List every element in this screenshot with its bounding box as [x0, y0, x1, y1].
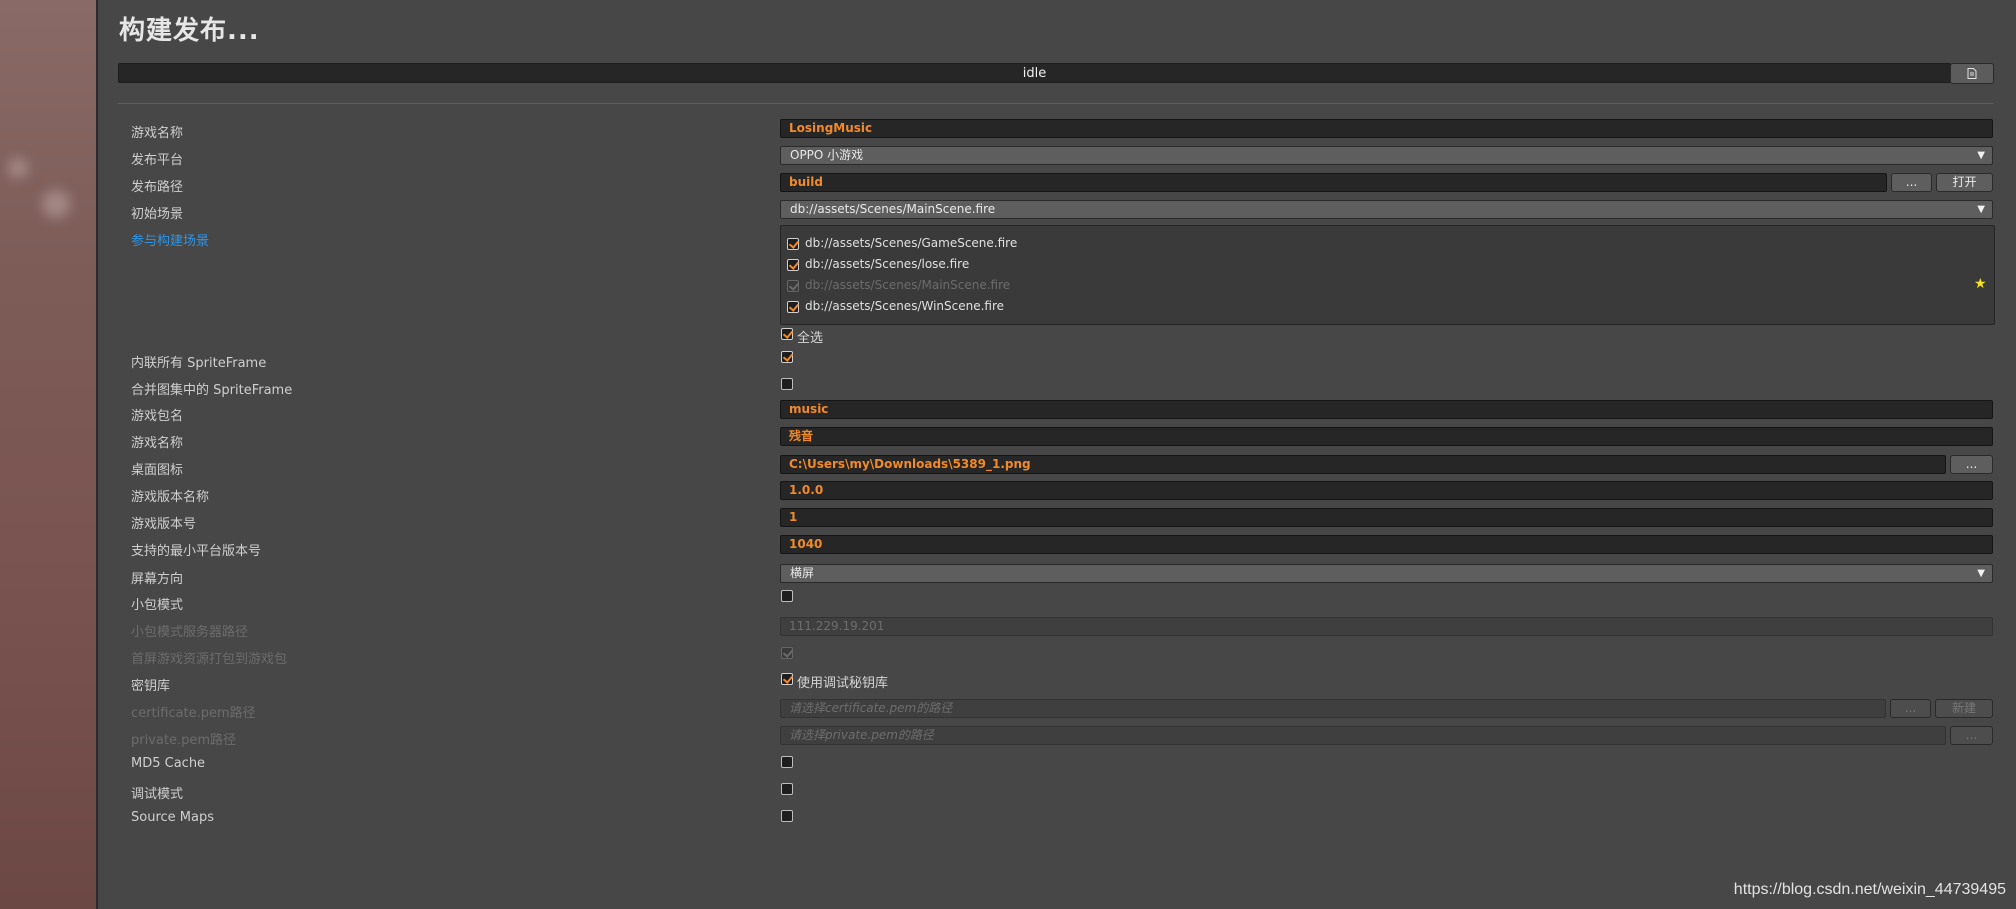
orientation-select[interactable]: 横屏 ▼ — [780, 564, 1993, 583]
game-name-input[interactable]: LosingMusic — [780, 119, 1993, 138]
display-name-input[interactable]: 残音 — [780, 427, 1993, 446]
start-scene-select[interactable]: db://assets/Scenes/MainScene.fire ▼ — [780, 200, 1993, 219]
platform-label: 发布平台 — [131, 153, 184, 168]
min-platform-input[interactable]: 1040 — [780, 535, 1993, 554]
build-scenes-label[interactable]: 参与构建场景 — [131, 230, 209, 249]
select-all-checkbox[interactable] — [781, 328, 793, 340]
divider — [118, 103, 1993, 104]
chevron-down-icon: ▼ — [1977, 204, 1985, 215]
md5-cache-checkbox[interactable] — [781, 756, 793, 768]
debug-mode-label: 调试模式 — [131, 787, 184, 802]
scene-checkbox — [787, 280, 799, 292]
open-log-button[interactable] — [1950, 63, 1994, 84]
certificate-create-button: 新建 — [1935, 699, 1993, 718]
desktop-icon-label: 桌面图标 — [131, 463, 184, 478]
game-name-label: 游戏名称 — [131, 126, 184, 141]
scene-checkbox[interactable] — [787, 301, 799, 313]
private-key-label: private.pem路径 — [131, 733, 237, 748]
version-name-label: 游戏版本名称 — [131, 490, 210, 505]
md5-cache-label: MD5 Cache — [131, 756, 206, 771]
page-title: 构建发布... — [119, 16, 260, 46]
watermark: https://blog.csdn.net/weixin_44739495 — [1733, 881, 2006, 898]
source-maps-label: Source Maps — [131, 810, 214, 825]
background-blur-spot — [8, 158, 28, 178]
merge-sprite-label: 合并图集中的 SpriteFrame — [131, 383, 293, 398]
build-path-browse-button[interactable]: ... — [1891, 173, 1932, 192]
inline-sprite-checkbox[interactable] — [781, 351, 793, 363]
build-path-input[interactable]: build — [780, 173, 1887, 192]
small-pack-server-label: 小包模式服务器路径 — [131, 625, 249, 640]
version-number-input[interactable]: 1 — [780, 508, 1993, 527]
debug-mode-checkbox[interactable] — [781, 783, 793, 795]
chevron-down-icon: ▼ — [1977, 568, 1985, 579]
build-path-label: 发布路径 — [131, 180, 184, 195]
source-maps-checkbox[interactable] — [781, 810, 793, 822]
build-path-open-button[interactable]: 打开 — [1936, 173, 1993, 192]
document-icon — [1967, 68, 1977, 79]
orientation-value: 横屏 — [790, 566, 815, 580]
private-key-browse-button: ... — [1950, 726, 1993, 745]
scene-path: db://assets/Scenes/MainScene.fire — [805, 278, 1011, 292]
debug-keystore-checkbox[interactable] — [781, 673, 793, 685]
version-number-label: 游戏版本号 — [131, 517, 197, 532]
scene-path: db://assets/Scenes/WinScene.fire — [805, 299, 1005, 313]
private-key-input: 请选择private.pem的路径 — [780, 726, 1946, 745]
scene-list: db://assets/Scenes/GameScene.fire db://a… — [780, 225, 1995, 325]
select-all-label: 全选 — [797, 331, 824, 346]
build-progress-bar: idle — [118, 63, 1951, 83]
version-name-input[interactable]: 1.0.0 — [780, 481, 1993, 500]
small-pack-checkbox[interactable] — [781, 590, 793, 602]
background-strip — [0, 0, 98, 909]
first-screen-checkbox — [781, 647, 793, 659]
scene-path: db://assets/Scenes/GameScene.fire — [805, 236, 1018, 250]
orientation-label: 屏幕方向 — [131, 572, 184, 587]
first-screen-label: 首屏游戏资源打包到游戏包 — [131, 652, 288, 667]
certificate-browse-button: ... — [1890, 699, 1931, 718]
display-name-label: 游戏名称 — [131, 436, 184, 451]
small-pack-label: 小包模式 — [131, 598, 184, 613]
background-blur-spot — [42, 190, 70, 218]
certificate-input: 请选择certificate.pem的路径 — [780, 699, 1886, 718]
platform-value: OPPO 小游戏 — [790, 148, 864, 162]
scene-checkbox[interactable] — [787, 238, 799, 250]
certificate-label: certificate.pem路径 — [131, 706, 256, 721]
start-scene-label: 初始场景 — [131, 207, 184, 222]
debug-keystore-label: 使用调试秘钥库 — [797, 676, 889, 691]
package-name-input[interactable]: music — [780, 400, 1993, 419]
keystore-label: 密钥库 — [131, 679, 171, 694]
desktop-icon-browse-button[interactable]: ... — [1950, 455, 1993, 474]
small-pack-server-input: 111.229.19.201 — [780, 617, 1993, 636]
desktop-icon-input[interactable]: C:\Users\my\Downloads\5389_1.png — [780, 455, 1946, 474]
package-name-label: 游戏包名 — [131, 409, 184, 424]
start-scene-value: db://assets/Scenes/MainScene.fire — [790, 202, 996, 216]
scene-path: db://assets/Scenes/lose.fire — [805, 257, 970, 271]
chevron-down-icon: ▼ — [1977, 150, 1985, 161]
platform-select[interactable]: OPPO 小游戏 ▼ — [780, 146, 1993, 165]
scene-checkbox[interactable] — [787, 259, 799, 271]
merge-sprite-checkbox[interactable] — [781, 378, 793, 390]
progress-status: idle — [1022, 65, 1047, 81]
min-platform-label: 支持的最小平台版本号 — [131, 544, 262, 559]
inline-sprite-label: 内联所有 SpriteFrame — [131, 356, 267, 371]
star-icon: ★ — [1974, 276, 1987, 292]
